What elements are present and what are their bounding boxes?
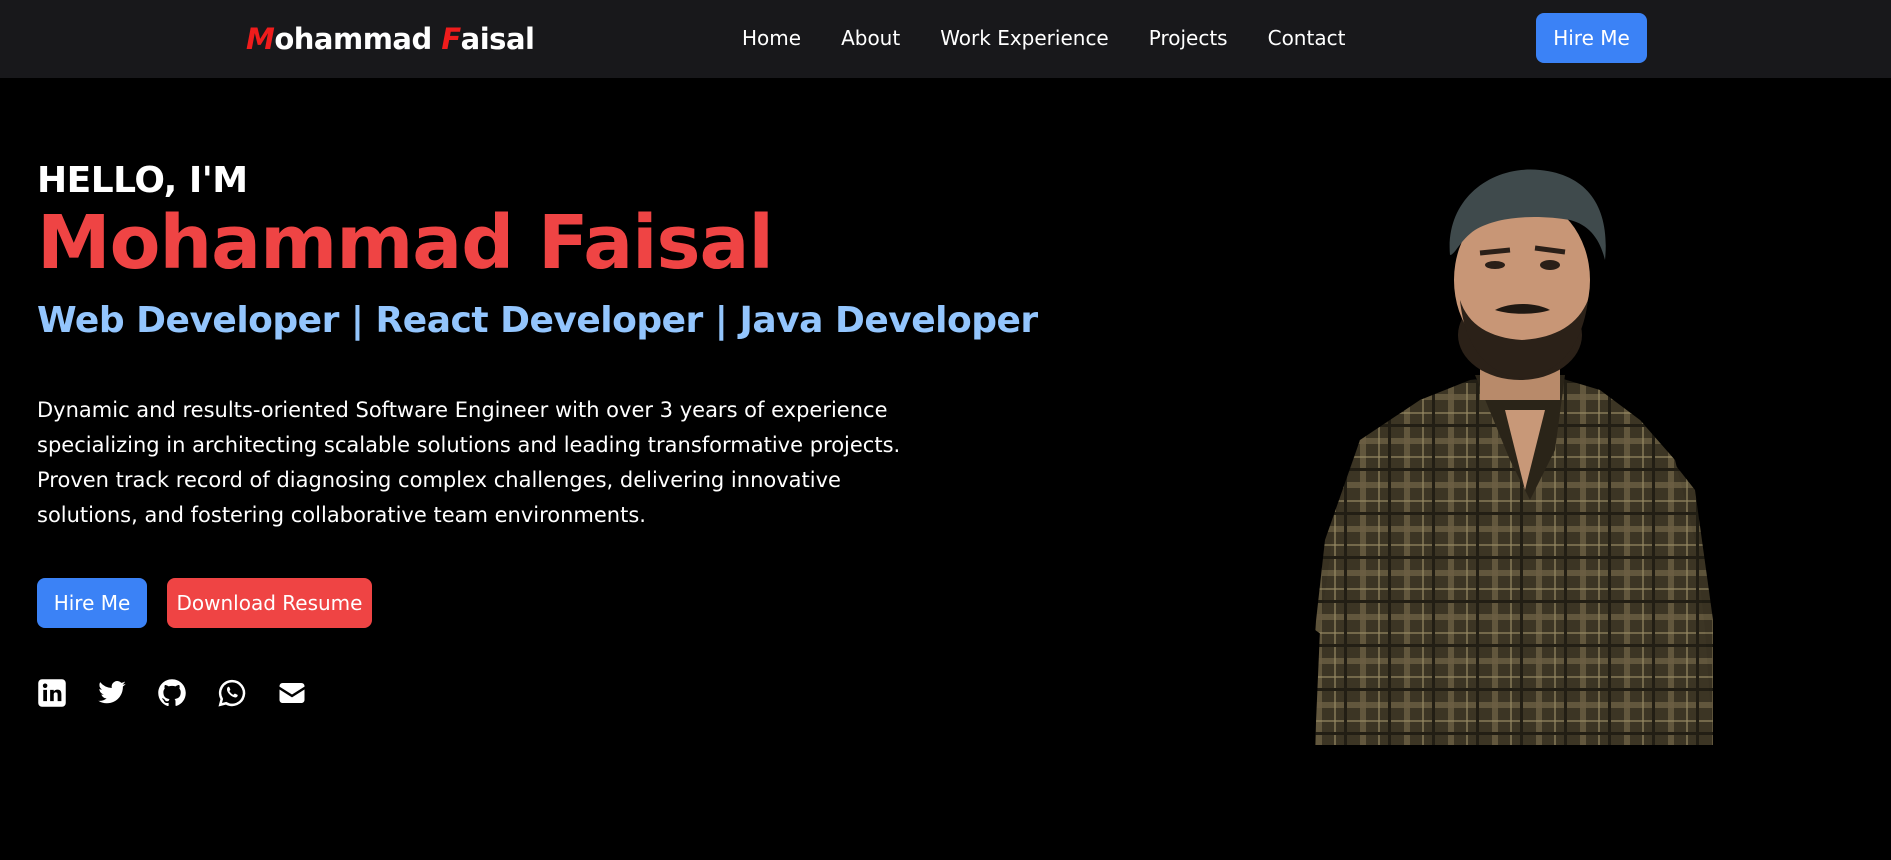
logo-text-1: ohammad bbox=[274, 22, 442, 56]
email-icon[interactable] bbox=[277, 678, 307, 708]
hero-roles: Web Developer | React Developer | Java D… bbox=[37, 300, 1038, 341]
whatsapp-icon[interactable] bbox=[217, 678, 247, 708]
nav-projects[interactable]: Projects bbox=[1149, 26, 1228, 50]
github-icon[interactable] bbox=[157, 678, 187, 708]
nav-hire-me-button[interactable]: Hire Me bbox=[1536, 13, 1647, 63]
nav-links: Home About Work Experience Projects Cont… bbox=[742, 26, 1345, 50]
navbar: Mohammad Faisal Home About Work Experien… bbox=[0, 0, 1891, 78]
linkedin-icon[interactable] bbox=[37, 678, 67, 708]
nav-home[interactable]: Home bbox=[742, 26, 801, 50]
logo-initial-m: M bbox=[246, 22, 275, 56]
site-logo[interactable]: Mohammad Faisal bbox=[246, 22, 535, 56]
nav-work-experience[interactable]: Work Experience bbox=[940, 26, 1109, 50]
logo-initial-f: F bbox=[441, 22, 461, 56]
nav-contact[interactable]: Contact bbox=[1268, 26, 1346, 50]
hire-me-button[interactable]: Hire Me bbox=[37, 578, 147, 628]
hero-greeting: HELLO, I'M bbox=[37, 160, 248, 201]
social-links bbox=[37, 678, 307, 708]
nav-about[interactable]: About bbox=[841, 26, 900, 50]
hero-name: Mohammad Faisal bbox=[37, 200, 774, 286]
twitter-icon[interactable] bbox=[97, 678, 127, 708]
profile-photo bbox=[1300, 160, 1720, 745]
logo-text-2: aisal bbox=[460, 22, 535, 56]
download-resume-button[interactable]: Download Resume bbox=[167, 578, 372, 628]
hero-bio: Dynamic and results-oriented Software En… bbox=[37, 398, 901, 527]
